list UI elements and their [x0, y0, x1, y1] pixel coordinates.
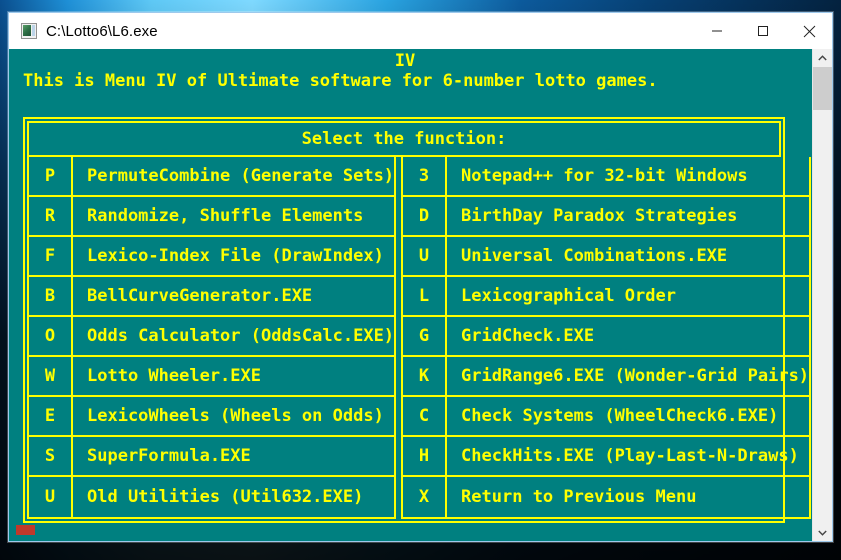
- menu-key: L: [403, 277, 448, 315]
- menu-item-h[interactable]: H CheckHits.EXE (Play-Last-N-Draws): [403, 437, 810, 477]
- menu-item-u-left[interactable]: U Old Utilities (Util632.EXE): [29, 477, 394, 517]
- status-marker: [16, 525, 35, 535]
- menu-label: Lexicographical Order: [461, 286, 676, 306]
- menu-item-p[interactable]: P PermuteCombine (Generate Sets): [29, 157, 395, 197]
- menu-key: U: [403, 237, 448, 275]
- menu-item-l[interactable]: L Lexicographical Order: [403, 277, 810, 317]
- minimize-button[interactable]: [694, 13, 740, 49]
- menu-item-g[interactable]: G GridCheck.EXE: [403, 317, 810, 357]
- menu-item-f[interactable]: F Lexico-Index File (DrawIndex): [29, 237, 395, 277]
- close-button[interactable]: [786, 13, 832, 49]
- menu-label: Lotto Wheeler.EXE: [87, 366, 261, 386]
- menu-prompt-label: Select the function:: [301, 129, 507, 149]
- menu-column-left: P PermuteCombine (Generate Sets) R Rando…: [27, 157, 397, 519]
- console-output[interactable]: IV This is Menu IV of Ultimate software …: [9, 49, 812, 541]
- menu-key: E: [29, 397, 73, 435]
- console-app-icon: [21, 23, 37, 39]
- menu-key: C: [403, 397, 448, 435]
- maximize-button[interactable]: [740, 13, 786, 49]
- menu-label: Lexico-Index File (DrawIndex): [87, 246, 384, 266]
- menu-columns: P PermuteCombine (Generate Sets) R Rando…: [27, 155, 812, 519]
- menu-prompt-row: Select the function:: [27, 121, 781, 155]
- menu-key: X: [403, 477, 448, 517]
- menu-item-u-right[interactable]: U Universal Combinations.EXE: [403, 237, 810, 277]
- menu-item-3[interactable]: 3 Notepad++ for 32-bit Windows: [403, 157, 810, 197]
- menu-key: F: [29, 237, 73, 275]
- menu-item-e[interactable]: E LexicoWheels (Wheels on Odds): [29, 397, 395, 437]
- scrollbar-thumb[interactable]: [813, 67, 832, 110]
- menu-key: P: [29, 157, 73, 195]
- menu-number-heading: IV: [394, 51, 416, 71]
- menu-label: SuperFormula.EXE: [87, 446, 251, 466]
- menu-item-b[interactable]: B BellCurveGenerator.EXE: [29, 277, 395, 317]
- menu-key: D: [403, 197, 448, 235]
- menu-label: CheckHits.EXE (Play-Last-N-Draws): [461, 446, 799, 466]
- menu-item-x[interactable]: X Return to Previous Menu: [403, 477, 809, 517]
- window-title: C:\Lotto6\L6.exe: [46, 22, 158, 40]
- menu-label: PermuteCombine (Generate Sets): [87, 166, 395, 186]
- menu-key: K: [403, 357, 448, 395]
- menu-label: Old Utilities (Util632.EXE): [87, 487, 364, 507]
- menu-key: B: [29, 277, 73, 315]
- menu-key: R: [29, 197, 73, 235]
- menu-key: 3: [403, 157, 448, 195]
- window-controls: [694, 13, 832, 49]
- menu-label: GridCheck.EXE: [461, 326, 595, 346]
- menu-item-d[interactable]: D BirthDay Paradox Strategies: [403, 197, 810, 237]
- menu-label: Randomize, Shuffle Elements: [87, 206, 364, 226]
- console-scrollbar[interactable]: [812, 49, 832, 541]
- scroll-up-icon[interactable]: [813, 49, 832, 66]
- scroll-down-icon[interactable]: [813, 524, 832, 541]
- menu-label: Check Systems (WheelCheck6.EXE): [461, 406, 779, 426]
- menu-item-r[interactable]: R Randomize, Shuffle Elements: [29, 197, 395, 237]
- menu-column-right: 3 Notepad++ for 32-bit Windows D BirthDa…: [401, 157, 812, 519]
- menu-key: W: [29, 357, 73, 395]
- menu-key: G: [403, 317, 448, 355]
- menu-label: Odds Calculator (OddsCalc.EXE): [87, 326, 395, 346]
- window-titlebar[interactable]: C:\Lotto6\L6.exe: [9, 13, 832, 49]
- menu-label: LexicoWheels (Wheels on Odds): [87, 406, 384, 426]
- menu-item-k[interactable]: K GridRange6.EXE (Wonder-Grid Pairs): [403, 357, 810, 397]
- menu-label: BellCurveGenerator.EXE: [87, 286, 313, 306]
- menu-frame: Select the function: P PermuteCombine (G…: [23, 117, 812, 523]
- menu-key: O: [29, 317, 73, 355]
- menu-key: U: [29, 477, 73, 517]
- menu-label: Universal Combinations.EXE: [461, 246, 728, 266]
- menu-label: GridRange6.EXE (Wonder-Grid Pairs): [461, 366, 810, 386]
- menu-item-c[interactable]: C Check Systems (WheelCheck6.EXE): [403, 397, 810, 437]
- console-window: C:\Lotto6\L6.exe IV This is Menu IV of U…: [8, 12, 833, 542]
- menu-label: Notepad++ for 32-bit Windows: [461, 166, 748, 186]
- menu-item-o[interactable]: O Odds Calculator (OddsCalc.EXE): [29, 317, 395, 357]
- menu-item-w[interactable]: W Lotto Wheeler.EXE: [29, 357, 395, 397]
- menu-label: BirthDay Paradox Strategies: [461, 206, 738, 226]
- menu-label: Return to Previous Menu: [461, 487, 697, 507]
- menu-description-line: This is Menu IV of Ultimate software for…: [23, 71, 658, 91]
- menu-item-s[interactable]: S SuperFormula.EXE: [29, 437, 395, 477]
- menu-key: H: [403, 437, 448, 475]
- console-body: IV This is Menu IV of Ultimate software …: [9, 49, 832, 541]
- menu-key: S: [29, 437, 73, 475]
